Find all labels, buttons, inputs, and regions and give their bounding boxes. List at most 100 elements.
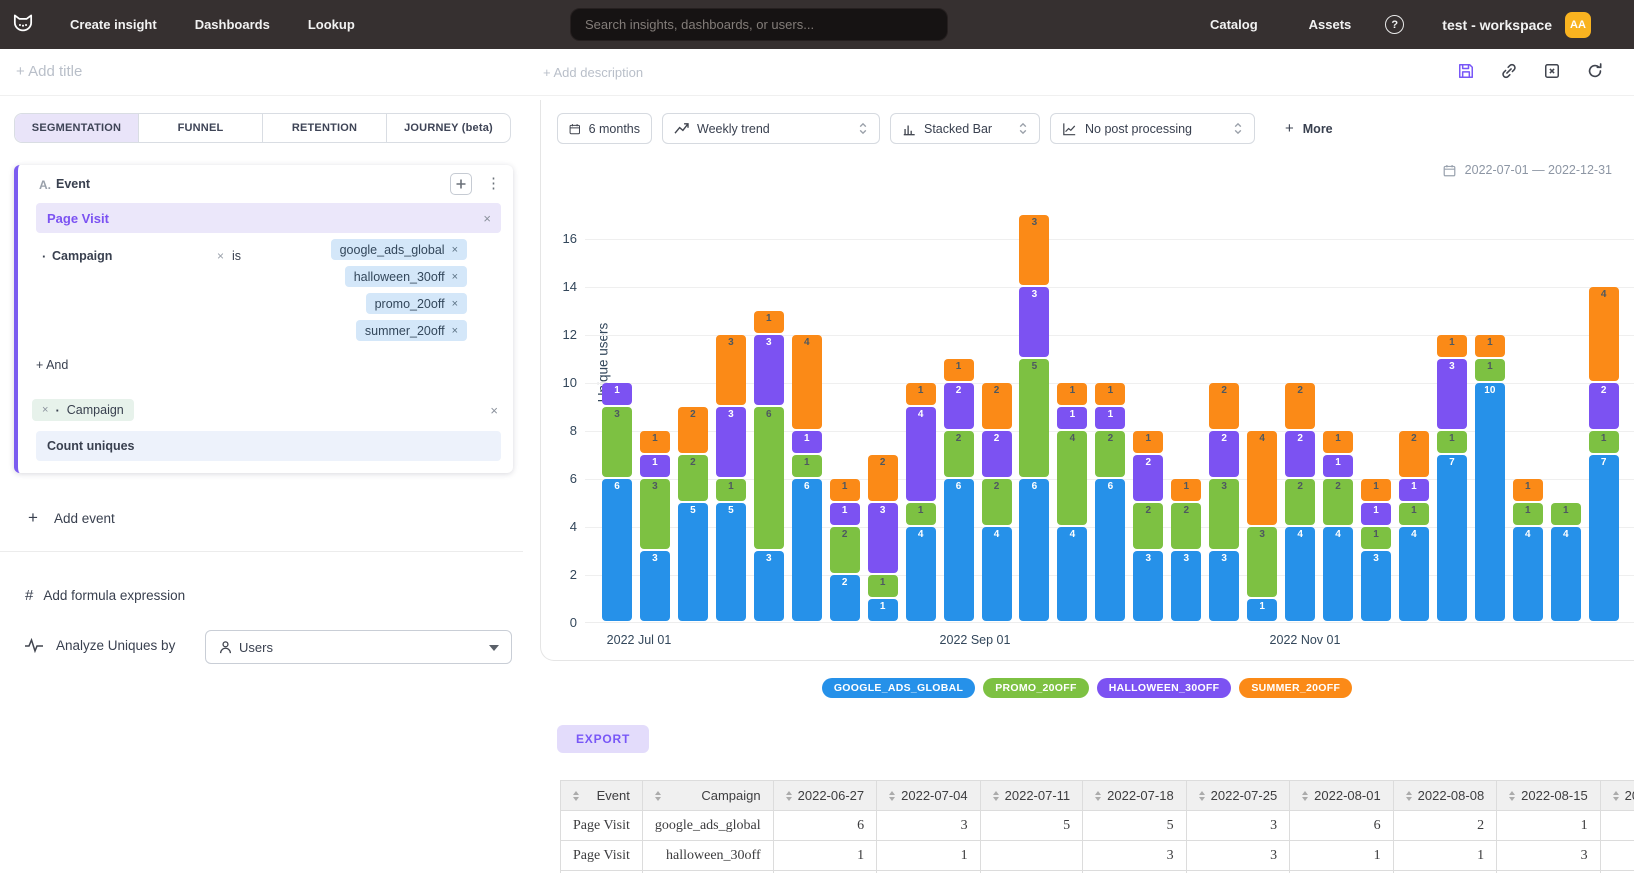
bar-segment[interactable]: 3 — [754, 335, 784, 405]
bar-segment[interactable]: 3 — [602, 407, 632, 477]
bar-segment[interactable]: 6 — [792, 479, 822, 621]
bar-segment[interactable]: 4 — [1551, 527, 1581, 621]
column-header[interactable]: 2022-06-27 — [773, 781, 877, 811]
bar-segment[interactable]: 1 — [1057, 383, 1087, 405]
bar-segment[interactable]: 1 — [1095, 407, 1125, 429]
bar-segment[interactable]: 1 — [1399, 479, 1429, 501]
avatar[interactable]: AA — [1565, 12, 1591, 38]
bar-segment[interactable]: 3 — [1247, 527, 1277, 597]
column-header[interactable]: 2022-07-11 — [980, 781, 1083, 811]
bar-segment[interactable]: 4 — [1057, 527, 1087, 621]
bar-segment[interactable]: 3 — [754, 551, 784, 621]
remove-value-icon[interactable]: × — [452, 325, 458, 337]
column-header[interactable]: Campaign — [642, 781, 773, 811]
bar-segment[interactable]: 1 — [1437, 431, 1467, 453]
bar-segment[interactable]: 1 — [1323, 455, 1353, 477]
help-icon[interactable]: ? — [1385, 15, 1404, 34]
sort-icon[interactable] — [993, 791, 999, 801]
trend-select[interactable]: Weekly trend — [662, 113, 880, 144]
bar-segment[interactable]: 2 — [944, 383, 974, 429]
legend-pill[interactable]: HALLOWEEN_30OFF — [1097, 678, 1232, 698]
bar-segment[interactable]: 2 — [830, 575, 860, 621]
sort-icon[interactable] — [573, 791, 579, 801]
clear-icon[interactable] — [1542, 61, 1562, 81]
filter-value-chip[interactable]: google_ads_global × — [331, 239, 467, 260]
bar-segment[interactable]: 1 — [868, 575, 898, 597]
bar-segment[interactable]: 1 — [906, 503, 936, 525]
legend-pill[interactable]: PROMO_20OFF — [983, 678, 1088, 698]
bar-segment[interactable]: 1 — [1475, 335, 1505, 357]
bar-segment[interactable]: 3 — [1209, 479, 1239, 549]
bar-segment[interactable]: 1 — [640, 431, 670, 453]
bar-segment[interactable]: 1 — [1361, 479, 1391, 501]
bar-segment[interactable]: 7 — [1437, 455, 1467, 621]
bar-segment[interactable]: 1 — [944, 359, 974, 381]
aggregation-row[interactable]: Count uniques — [36, 431, 501, 461]
add-filter-icon[interactable] — [450, 173, 472, 195]
bar-segment[interactable]: 6 — [944, 479, 974, 621]
column-header[interactable]: 2022-08-08 — [1393, 781, 1497, 811]
analyze-by-select[interactable]: Users — [205, 630, 512, 664]
bar-segment[interactable]: 4 — [906, 407, 936, 501]
filter-property[interactable]: Campaign — [52, 249, 112, 263]
bar-segment[interactable]: 2 — [1285, 479, 1315, 525]
bar-segment[interactable]: 1 — [792, 431, 822, 453]
bar-segment[interactable]: 1 — [1247, 599, 1277, 621]
bar-segment[interactable]: 4 — [1589, 287, 1619, 381]
sort-icon[interactable] — [1406, 791, 1412, 801]
bar-segment[interactable]: 2 — [678, 407, 708, 453]
column-header[interactable]: 2022-08-15 — [1497, 781, 1601, 811]
bar-segment[interactable]: 2 — [1133, 455, 1163, 501]
remove-value-icon[interactable]: × — [452, 244, 458, 256]
sort-icon[interactable] — [1095, 791, 1101, 801]
cat-logo-icon[interactable] — [9, 11, 37, 39]
bar-segment[interactable]: 6 — [1095, 479, 1125, 621]
sort-icon[interactable] — [889, 791, 895, 801]
bar-segment[interactable]: 1 — [792, 455, 822, 477]
bar-segment[interactable]: 1 — [830, 503, 860, 525]
bar-segment[interactable]: 5 — [716, 503, 746, 621]
column-header[interactable]: Event — [561, 781, 643, 811]
bar-segment[interactable]: 3 — [640, 479, 670, 549]
bar-segment[interactable]: 4 — [1247, 431, 1277, 525]
tab-segmentation[interactable]: SEGMENTATION — [15, 114, 139, 142]
more-button[interactable]: + More — [1265, 113, 1333, 144]
bar-segment[interactable]: 1 — [1057, 407, 1087, 429]
legend-pill[interactable]: SUMMER_20OFF — [1239, 678, 1352, 698]
bar-segment[interactable]: 3 — [1437, 359, 1467, 429]
bar-segment[interactable]: 4 — [792, 335, 822, 429]
remove-event-icon[interactable]: × — [483, 211, 491, 226]
bar-segment[interactable]: 1 — [1513, 503, 1543, 525]
bar-segment[interactable]: 2 — [982, 383, 1012, 429]
nav-lookup[interactable]: Lookup — [308, 17, 355, 32]
bar-segment[interactable]: 1 — [1513, 479, 1543, 501]
nav-dashboards[interactable]: Dashboards — [195, 17, 270, 32]
bar-segment[interactable]: 1 — [1171, 479, 1201, 501]
bar-segment[interactable]: 1 — [1475, 359, 1505, 381]
bar-segment[interactable]: 1 — [1361, 527, 1391, 549]
bar-segment[interactable]: 1 — [602, 383, 632, 405]
nav-assets[interactable]: Assets — [1309, 17, 1352, 32]
bar-segment[interactable]: 3 — [640, 551, 670, 621]
nav-create-insight[interactable]: Create insight — [70, 17, 157, 32]
bar-segment[interactable]: 3 — [1171, 551, 1201, 621]
sort-icon[interactable] — [1199, 791, 1205, 801]
column-header[interactable]: 2022-08-01 — [1290, 781, 1394, 811]
filter-value-chip[interactable]: halloween_30off × — [345, 266, 467, 287]
bar-segment[interactable]: 2 — [1285, 383, 1315, 429]
bar-segment[interactable]: 1 — [830, 479, 860, 501]
bar-segment[interactable]: 1 — [1551, 503, 1581, 525]
bar-segment[interactable]: 3 — [1133, 551, 1163, 621]
column-header[interactable]: 2022-07-25 — [1186, 781, 1290, 811]
bar-segment[interactable]: 2 — [1209, 431, 1239, 477]
save-icon[interactable] — [1456, 61, 1476, 81]
bar-segment[interactable]: 1 — [1323, 431, 1353, 453]
bar-segment[interactable]: 4 — [1057, 431, 1087, 525]
bar-segment[interactable]: 2 — [1209, 383, 1239, 429]
tab-funnel[interactable]: FUNNEL — [139, 114, 263, 142]
filter-operator[interactable]: is — [232, 249, 241, 263]
bar-segment[interactable]: 2 — [1285, 431, 1315, 477]
bar-segment[interactable]: 2 — [1323, 479, 1353, 525]
bar-segment[interactable]: 3 — [1209, 551, 1239, 621]
sort-icon[interactable] — [786, 791, 792, 801]
